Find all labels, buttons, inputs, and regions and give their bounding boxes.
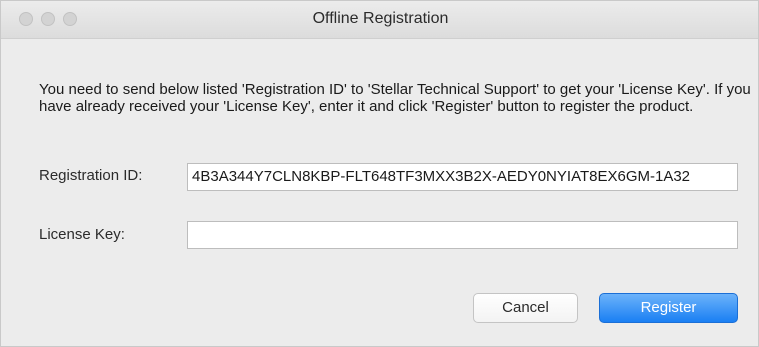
registration-id-label: Registration ID: bbox=[39, 167, 143, 184]
window-title: Offline Registration bbox=[312, 10, 449, 27]
registration-id-value: 4B3A344Y7CLN8KBP-FLT648TF3MXX3B2X-AEDY0N… bbox=[192, 168, 691, 185]
registration-id-field[interactable]: 4B3A344Y7CLN8KBP-FLT648TF3MXX3B2X-AEDY0N… bbox=[187, 163, 738, 191]
offline-registration-window: Offline Registration You need to send be… bbox=[0, 0, 759, 347]
register-button[interactable]: Register bbox=[599, 293, 738, 323]
cancel-button[interactable]: Cancel bbox=[473, 293, 578, 323]
instruction-message: You need to send below listed 'Registrat… bbox=[39, 81, 751, 115]
title-bar[interactable]: Offline Registration bbox=[1, 1, 758, 39]
license-key-field[interactable] bbox=[187, 221, 738, 249]
license-key-label: License Key: bbox=[39, 226, 125, 243]
